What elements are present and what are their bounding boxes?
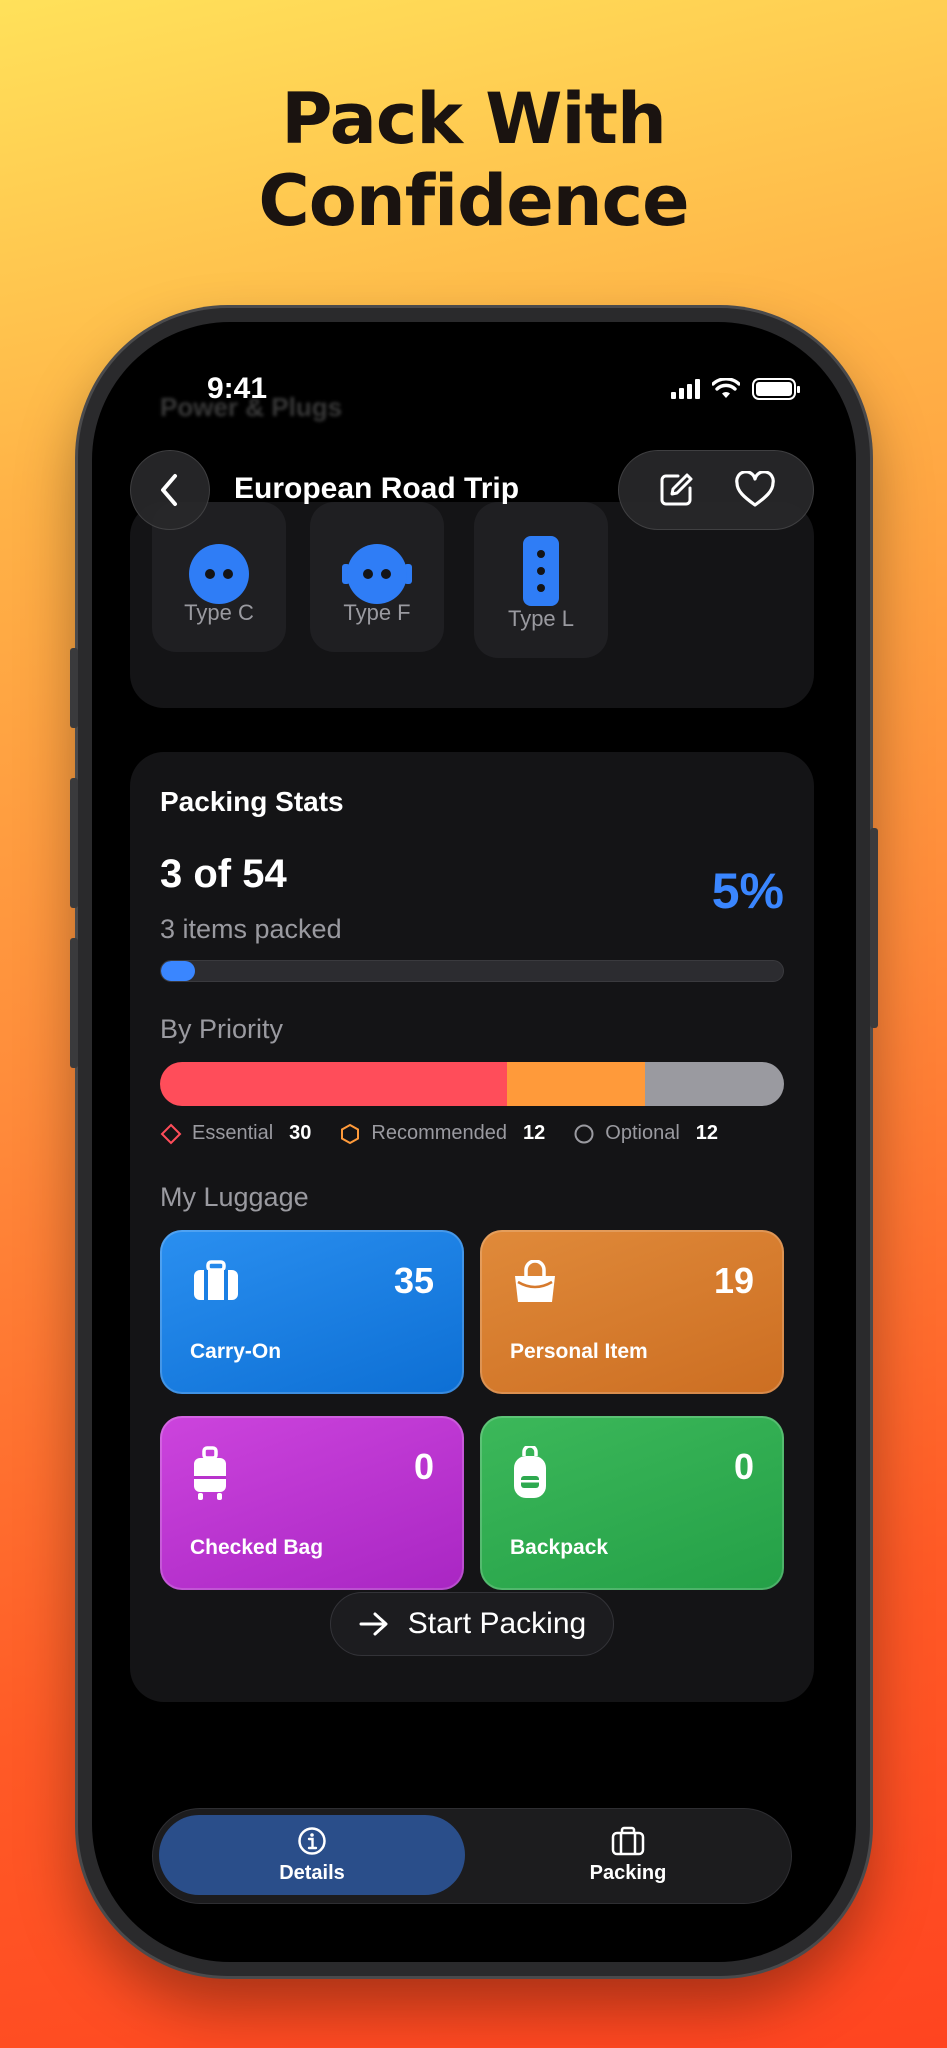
dynamic-island bbox=[372, 368, 582, 428]
cellular-signal-icon bbox=[671, 379, 700, 399]
packed-count: 3 of 54 bbox=[160, 852, 287, 896]
headline: Pack With Confidence bbox=[0, 78, 947, 242]
plug-type-f-icon bbox=[342, 544, 412, 604]
plug-type-l[interactable]: Type L bbox=[474, 502, 608, 658]
legend-label: Optional bbox=[605, 1122, 680, 1144]
headline-line-1: Pack With bbox=[281, 78, 667, 160]
luggage-count: 0 bbox=[733, 1446, 754, 1487]
status-time: 9:41 bbox=[207, 372, 268, 405]
status-icons bbox=[671, 378, 800, 400]
luggage-count: 35 bbox=[393, 1260, 434, 1301]
legend-label: Recommended bbox=[371, 1122, 508, 1144]
heart-icon[interactable] bbox=[734, 471, 776, 509]
tab-bar: Details Packing bbox=[152, 1808, 792, 1904]
luggage-card-backpack[interactable]: 0 Backpack bbox=[480, 1416, 784, 1590]
luggage-label: Personal Item bbox=[510, 1340, 648, 1363]
arrow-right-icon bbox=[359, 1612, 388, 1636]
my-luggage-title: My Luggage bbox=[160, 1182, 309, 1212]
priority-title: By Priority bbox=[160, 1014, 284, 1044]
info-icon bbox=[298, 1826, 326, 1855]
luggage-label: Checked Bag bbox=[190, 1536, 324, 1559]
luggage-count: 0 bbox=[413, 1446, 434, 1487]
chevron-left-icon bbox=[161, 474, 177, 506]
edit-icon[interactable] bbox=[656, 470, 696, 510]
legend-count: 12 bbox=[695, 1122, 719, 1144]
volume-down-button bbox=[70, 938, 78, 1068]
start-packing-button[interactable]: Start Packing bbox=[330, 1592, 614, 1656]
legend-label: Essential bbox=[192, 1122, 274, 1144]
legend-count: 12 bbox=[523, 1122, 546, 1144]
packing-progress-bar bbox=[160, 960, 784, 982]
legend-count: 30 bbox=[289, 1122, 312, 1144]
tab-label: Packing bbox=[589, 1861, 667, 1884]
luggage-grid: 35 Carry-On 19 Personal Item 0 Checked B… bbox=[160, 1230, 784, 1590]
priority-segment-recommended bbox=[506, 1062, 646, 1106]
back-button[interactable] bbox=[130, 450, 210, 530]
legend-optional: Optional 12 bbox=[573, 1122, 718, 1145]
plug-type-c-icon bbox=[189, 544, 249, 604]
circle-icon bbox=[574, 1124, 594, 1143]
packed-items-text: 3 items packed bbox=[160, 914, 342, 944]
plug-type-l-icon bbox=[523, 536, 559, 606]
plugs-card: Type C Type F Type L bbox=[130, 502, 814, 708]
priority-segment-essential bbox=[160, 1062, 507, 1106]
legend-recommended: Recommended 12 bbox=[339, 1122, 545, 1145]
page-title: European Road Trip bbox=[234, 472, 520, 505]
wifi-icon bbox=[712, 378, 740, 398]
packing-progress-fill bbox=[161, 961, 196, 981]
tab-packing[interactable]: Packing bbox=[475, 1815, 781, 1895]
luggage-label: Backpack bbox=[510, 1536, 609, 1559]
luggage-card-checked-bag[interactable]: 0 Checked Bag bbox=[160, 1416, 464, 1590]
priority-legend: Essential 30 Recommended 12 Optional 12 bbox=[160, 1122, 718, 1145]
tab-label: Details bbox=[279, 1861, 345, 1884]
packed-percent: 5% bbox=[711, 863, 784, 919]
diamond-icon bbox=[160, 1123, 182, 1144]
plug-type-f[interactable]: Type F bbox=[310, 502, 444, 652]
app-screen: Power & Plugs Type C Type F Type L 9:41 … bbox=[92, 322, 856, 1962]
hexagon-icon bbox=[341, 1123, 360, 1144]
header-actions bbox=[618, 450, 814, 530]
luggage-label: Carry-On bbox=[190, 1340, 282, 1363]
priority-segment-optional bbox=[645, 1062, 784, 1106]
volume-up-button bbox=[70, 778, 78, 908]
luggage-count: 19 bbox=[713, 1260, 754, 1301]
battery-icon bbox=[752, 378, 800, 400]
phone-frame: Power & Plugs Type C Type F Type L 9:41 … bbox=[70, 308, 878, 1976]
start-packing-label: Start Packing bbox=[407, 1607, 587, 1640]
packing-stats-card: Packing Stats 3 of 54 3 items packed 5% … bbox=[130, 752, 814, 1702]
legend-essential: Essential 30 bbox=[160, 1122, 311, 1145]
briefcase-icon bbox=[611, 1826, 645, 1855]
backpack-icon bbox=[514, 1446, 546, 1498]
handbag-icon bbox=[515, 1260, 555, 1302]
rolling-luggage-icon bbox=[194, 1446, 226, 1500]
tab-details[interactable]: Details bbox=[159, 1815, 465, 1895]
suitcase-icon bbox=[194, 1260, 238, 1300]
packing-stats-title: Packing Stats bbox=[160, 786, 344, 817]
priority-bar bbox=[160, 1062, 784, 1106]
luggage-card-carry-on[interactable]: 35 Carry-On bbox=[160, 1230, 464, 1394]
action-button bbox=[70, 648, 78, 728]
power-button bbox=[870, 828, 878, 1028]
luggage-card-personal-item[interactable]: 19 Personal Item bbox=[480, 1230, 784, 1394]
plug-label: Type L bbox=[507, 606, 575, 631]
headline-line-2: Confidence bbox=[258, 160, 689, 242]
